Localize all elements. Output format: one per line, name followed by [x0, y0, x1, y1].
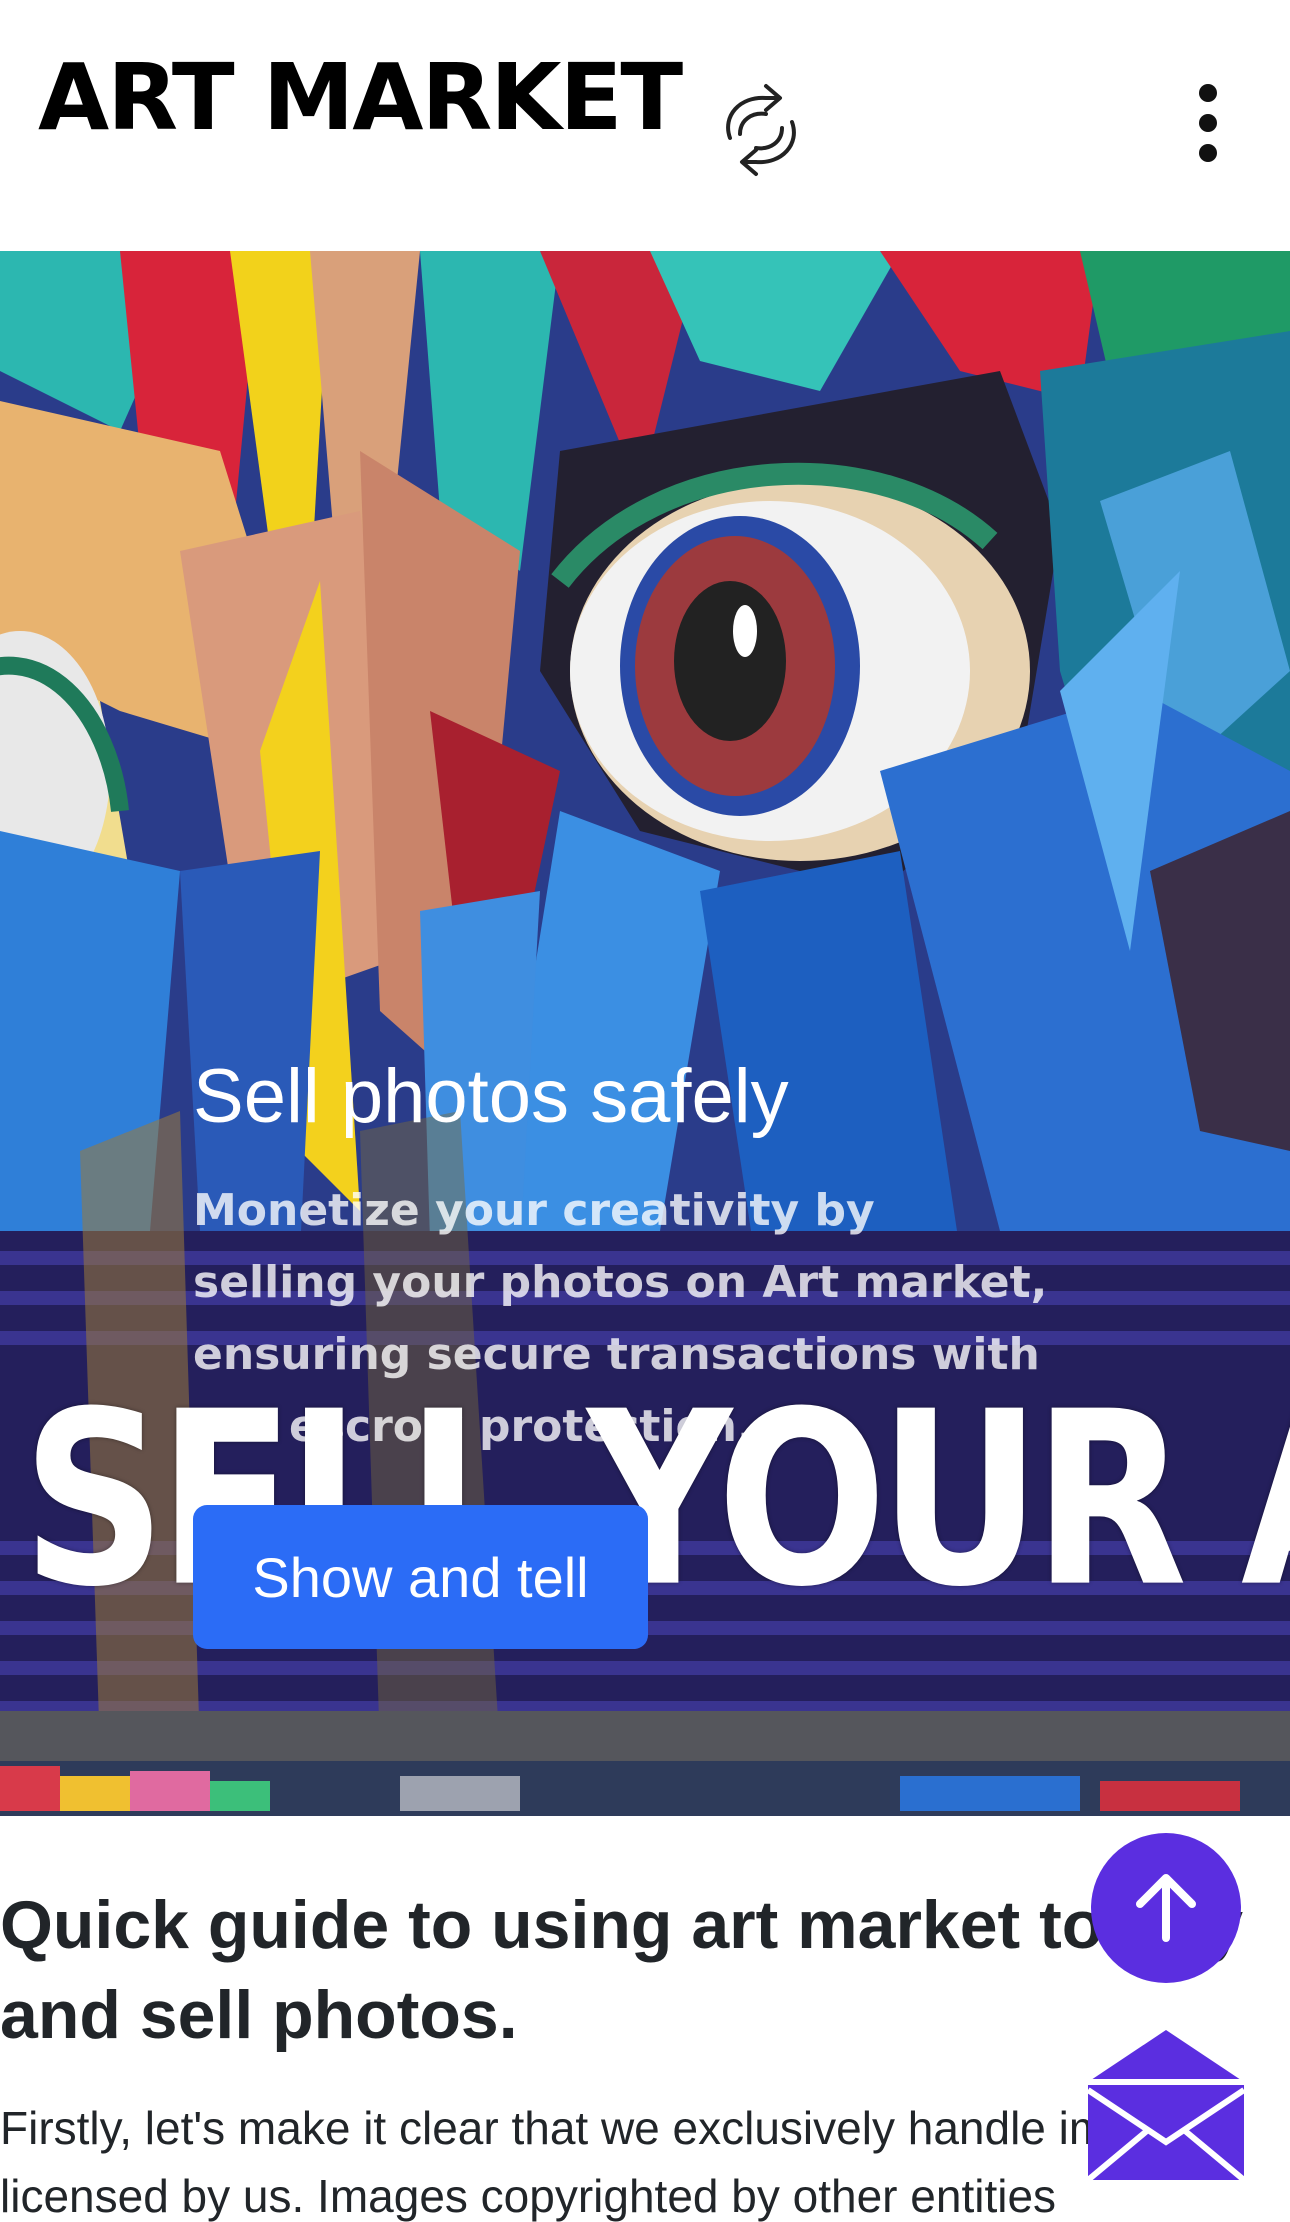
top-bar: ART MARKET — [0, 0, 1290, 251]
scroll-to-top-button[interactable] — [1091, 1833, 1241, 1983]
brand-logo[interactable]: ART MARKET — [38, 52, 683, 144]
kebab-dot — [1199, 144, 1217, 162]
hero-description: Monetize your creativity by selling your… — [193, 1185, 1048, 1452]
mail-icon[interactable] — [1088, 2030, 1244, 2180]
hero-section: SELL YOUR ART ONLINE Sell photos safely … — [0, 251, 1290, 1816]
show-and-tell-button[interactable]: Show and tell — [193, 1505, 648, 1649]
hero-title: Sell photos safely — [193, 1054, 789, 1139]
sync-icon[interactable] — [700, 76, 820, 186]
kebab-dot — [1199, 84, 1217, 102]
kebab-dot — [1199, 114, 1217, 132]
more-options-button[interactable] — [1180, 78, 1236, 168]
arrow-up-icon — [1136, 1874, 1196, 1942]
